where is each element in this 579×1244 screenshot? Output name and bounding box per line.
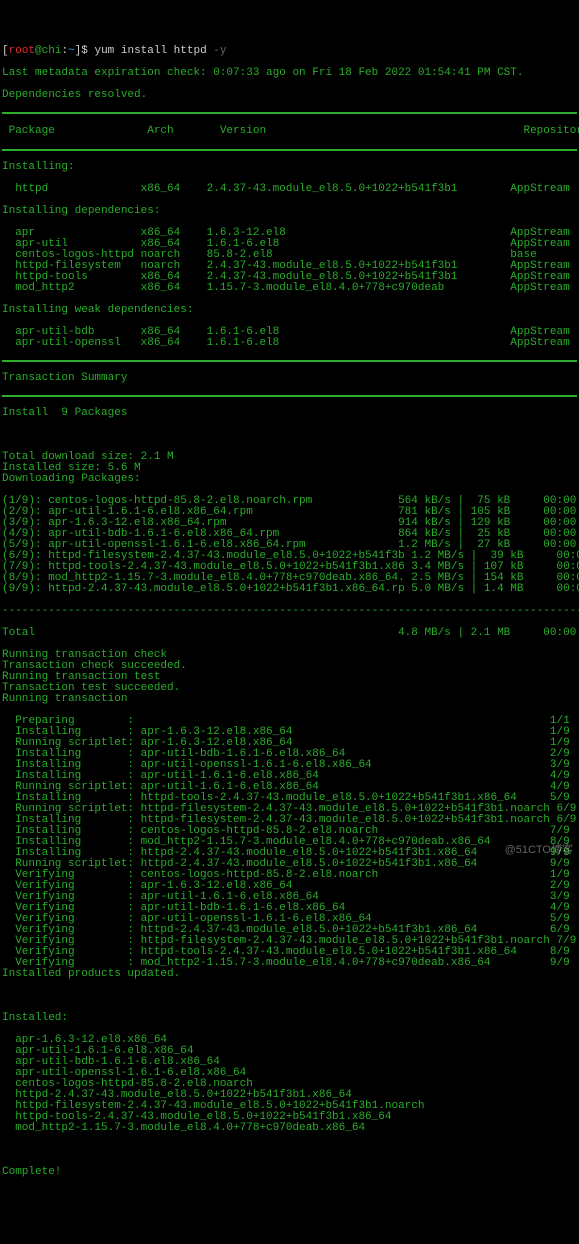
- prompt-host: chi: [42, 45, 62, 57]
- installed-item: httpd-tools-2.4.37-43.module_el8.5.0+102…: [2, 1112, 577, 1123]
- download-row: (9/9): httpd-2.4.37-43.module_el8.5.0+10…: [2, 584, 577, 595]
- txn-action: Verifying : mod_http2-1.15.7-3.module_el…: [2, 958, 577, 969]
- installed-item: centos-logos-httpd-85.8-2.el8.noarch: [2, 1079, 577, 1090]
- prompt-open-bracket: [: [2, 45, 9, 57]
- complete-line: Complete!: [2, 1167, 577, 1178]
- txn-step: Running transaction: [2, 694, 577, 705]
- package-row: apr-util-openssl x86_64 1.6.1-6.el8 AppS…: [2, 338, 577, 349]
- install-count: Install 9 Packages: [2, 408, 577, 419]
- prompt-user: root: [9, 45, 35, 57]
- prompt-path: ~: [68, 45, 75, 57]
- installed-item: apr-util-bdb-1.6.1-6.el8.x86_64: [2, 1057, 577, 1068]
- package-row: httpd x86_64 2.4.37-43.module_el8.5.0+10…: [2, 184, 577, 195]
- prompt-line[interactable]: [root@chi:~]$ yum install httpd -y: [2, 46, 577, 57]
- installed-header: Installed:: [2, 1013, 577, 1024]
- installed-item: httpd-2.4.37-43.module_el8.5.0+1022+b541…: [2, 1090, 577, 1101]
- installed-item: apr-util-1.6.1-6.el8.x86_64: [2, 1046, 577, 1057]
- txn-action: Verifying : httpd-filesystem-2.4.37-43.m…: [2, 936, 577, 947]
- download-total: Total 4.8 MB/s | 2.1 MB 00:00: [2, 628, 577, 639]
- txn-action: Verifying : httpd-2.4.37-43.module_el8.5…: [2, 925, 577, 936]
- installed-item: apr-1.6.3-12.el8.x86_64: [2, 1035, 577, 1046]
- installed-item: apr-util-openssl-1.6.1-6.el8.x86_64: [2, 1068, 577, 1079]
- installing-header: Installing:: [2, 162, 577, 173]
- deps-resolved-line: Dependencies resolved.: [2, 90, 577, 101]
- txn-action: Verifying : apr-1.6.3-12.el8.x86_64 2/9: [2, 881, 577, 892]
- prompt-at: @: [35, 45, 42, 57]
- separator-line: [2, 395, 577, 397]
- command-option: -y: [213, 45, 226, 57]
- package-row: mod_http2 x86_64 1.15.7-3.module_el8.4.0…: [2, 283, 577, 294]
- transaction-summary: Transaction Summary: [2, 373, 577, 384]
- package-table-header-rule: Package Arch Version Repository Size: [2, 112, 577, 151]
- watermark: @51CTO博客: [505, 845, 573, 856]
- txn-action: Verifying : apr-util-openssl-1.6.1-6.el8…: [2, 914, 577, 925]
- installing-deps-header: Installing dependencies:: [2, 206, 577, 217]
- txn-action: Verifying : centos-logos-httpd-85.8-2.el…: [2, 870, 577, 881]
- txn-action: Verifying : apr-util-1.6.1-6.el8.x86_64 …: [2, 892, 577, 903]
- installed-item: httpd-filesystem-2.4.37-43.module_el8.5.…: [2, 1101, 577, 1112]
- package-table-header: Package Arch Version Repository Size: [2, 126, 577, 137]
- txn-action: Installed products updated.: [2, 969, 577, 980]
- txn-action: Verifying : apr-util-bdb-1.6.1-6.el8.x86…: [2, 903, 577, 914]
- txn-action: Verifying : httpd-tools-2.4.37-43.module…: [2, 947, 577, 958]
- dash-line: ----------------------------------------…: [2, 606, 577, 617]
- command-text: $ yum install httpd: [81, 45, 213, 57]
- installed-item: mod_http2-1.15.7-3.module_el8.4.0+778+c9…: [2, 1123, 577, 1134]
- metadata-line: Last metadata expiration check: 0:07:33 …: [2, 68, 577, 79]
- totals-line: Downloading Packages:: [2, 474, 577, 485]
- installing-weak-header: Installing weak dependencies:: [2, 305, 577, 316]
- separator-line: [2, 360, 577, 362]
